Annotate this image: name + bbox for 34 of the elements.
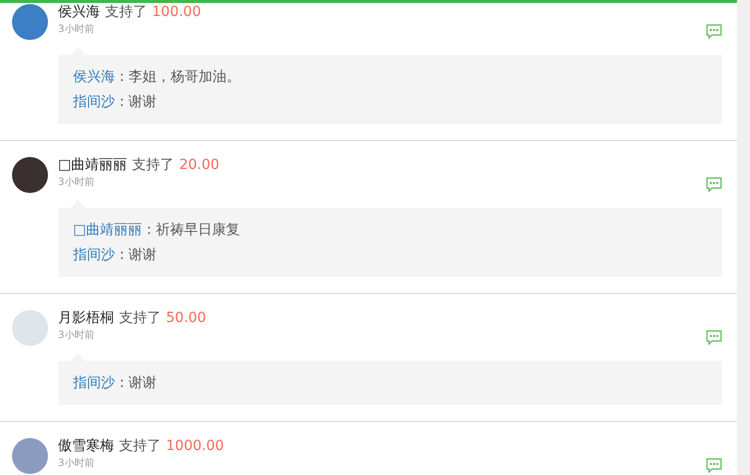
action-text: 支持了	[105, 3, 147, 22]
user-name: 侯兴海	[58, 3, 100, 22]
comment-icon[interactable]	[706, 177, 722, 192]
action-text: 支持了	[119, 309, 161, 328]
time-text: 3小时前	[58, 176, 94, 190]
author-link[interactable]: 指间沙	[73, 94, 115, 110]
reply-text: 指间沙 : 谢谢	[73, 374, 158, 393]
avatar-photo	[12, 4, 48, 40]
author-link[interactable]: □曲靖丽丽	[73, 222, 142, 238]
comment-icon[interactable]	[706, 458, 722, 473]
action-text: 支持了	[119, 437, 161, 456]
time-text: 3小时前	[58, 456, 94, 471]
action-text: 支持了	[132, 156, 174, 175]
avatar-photo	[12, 438, 48, 474]
amount-text: 50.00	[166, 309, 206, 328]
author-link[interactable]: 指间沙	[73, 375, 115, 391]
author-link[interactable]: 指间沙	[73, 247, 115, 263]
user-name: 月影梧桐	[58, 309, 114, 328]
author-link[interactable]: 侯兴海	[73, 69, 115, 85]
avatar-photo	[12, 310, 48, 346]
reply-text: □曲靖丽丽 : 祈祷早日康复	[73, 221, 241, 240]
amount-text: 100.00	[152, 3, 201, 22]
reply-text: 侯兴海 : 李姐，杨哥加油。	[73, 68, 242, 87]
reply-text: 指间沙 : 谢谢	[73, 246, 158, 265]
amount-text: 1000.00	[166, 437, 224, 456]
comment-icon[interactable]	[706, 24, 722, 39]
time-text: 3小时前	[58, 328, 94, 343]
amount-text: 20.00	[179, 156, 220, 175]
user-name: 傲雪寒梅	[58, 437, 114, 456]
user-name: □曲靖丽丽	[58, 156, 128, 175]
time-text: 3小时前	[58, 22, 94, 37]
avatar-photo	[12, 157, 48, 193]
comment-icon[interactable]	[706, 330, 722, 345]
reply-text: 指间沙 : 谢谢	[73, 93, 158, 112]
